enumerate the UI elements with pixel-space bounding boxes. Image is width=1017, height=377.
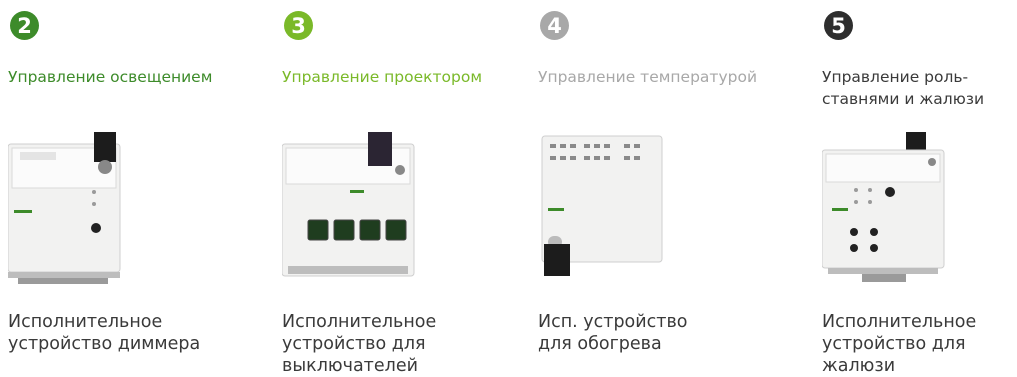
heating-actuator-icon xyxy=(538,132,668,286)
column-title: Управление температурой xyxy=(538,68,758,86)
device-caption: Исполнительное устройство диммера xyxy=(8,312,201,354)
switch-actuator-icon xyxy=(281,132,422,296)
step-badge: 3 xyxy=(284,11,313,40)
device-caption: Исп. устройство для обогрева xyxy=(538,312,688,354)
column-temperature: 4 Управление температурой Исп. устройств… xyxy=(538,0,798,376)
step-badge: 2 xyxy=(10,11,39,40)
device-caption: Исполнительное устройство для жалюзи xyxy=(822,312,977,376)
device-caption: Исполнительное устройство для выключател… xyxy=(282,312,437,376)
column-title: Управление роль- ставнями и жалюзи xyxy=(822,68,985,108)
blind-actuator-icon xyxy=(821,132,952,296)
column-projector: 3 Управление проектором Исполнительное у… xyxy=(281,0,542,376)
step-badge: 5 xyxy=(824,11,853,40)
dimmer-actuator-icon xyxy=(7,132,128,296)
column-lighting: 2 Управление освещением Исполнительное у… xyxy=(7,0,268,376)
step-badge: 4 xyxy=(540,11,569,40)
column-blinds: 5 Управление роль- ставнями и жалюзи Исп… xyxy=(821,0,1017,376)
column-title: Управление проектором xyxy=(282,68,483,86)
column-title: Управление освещением xyxy=(8,68,213,86)
